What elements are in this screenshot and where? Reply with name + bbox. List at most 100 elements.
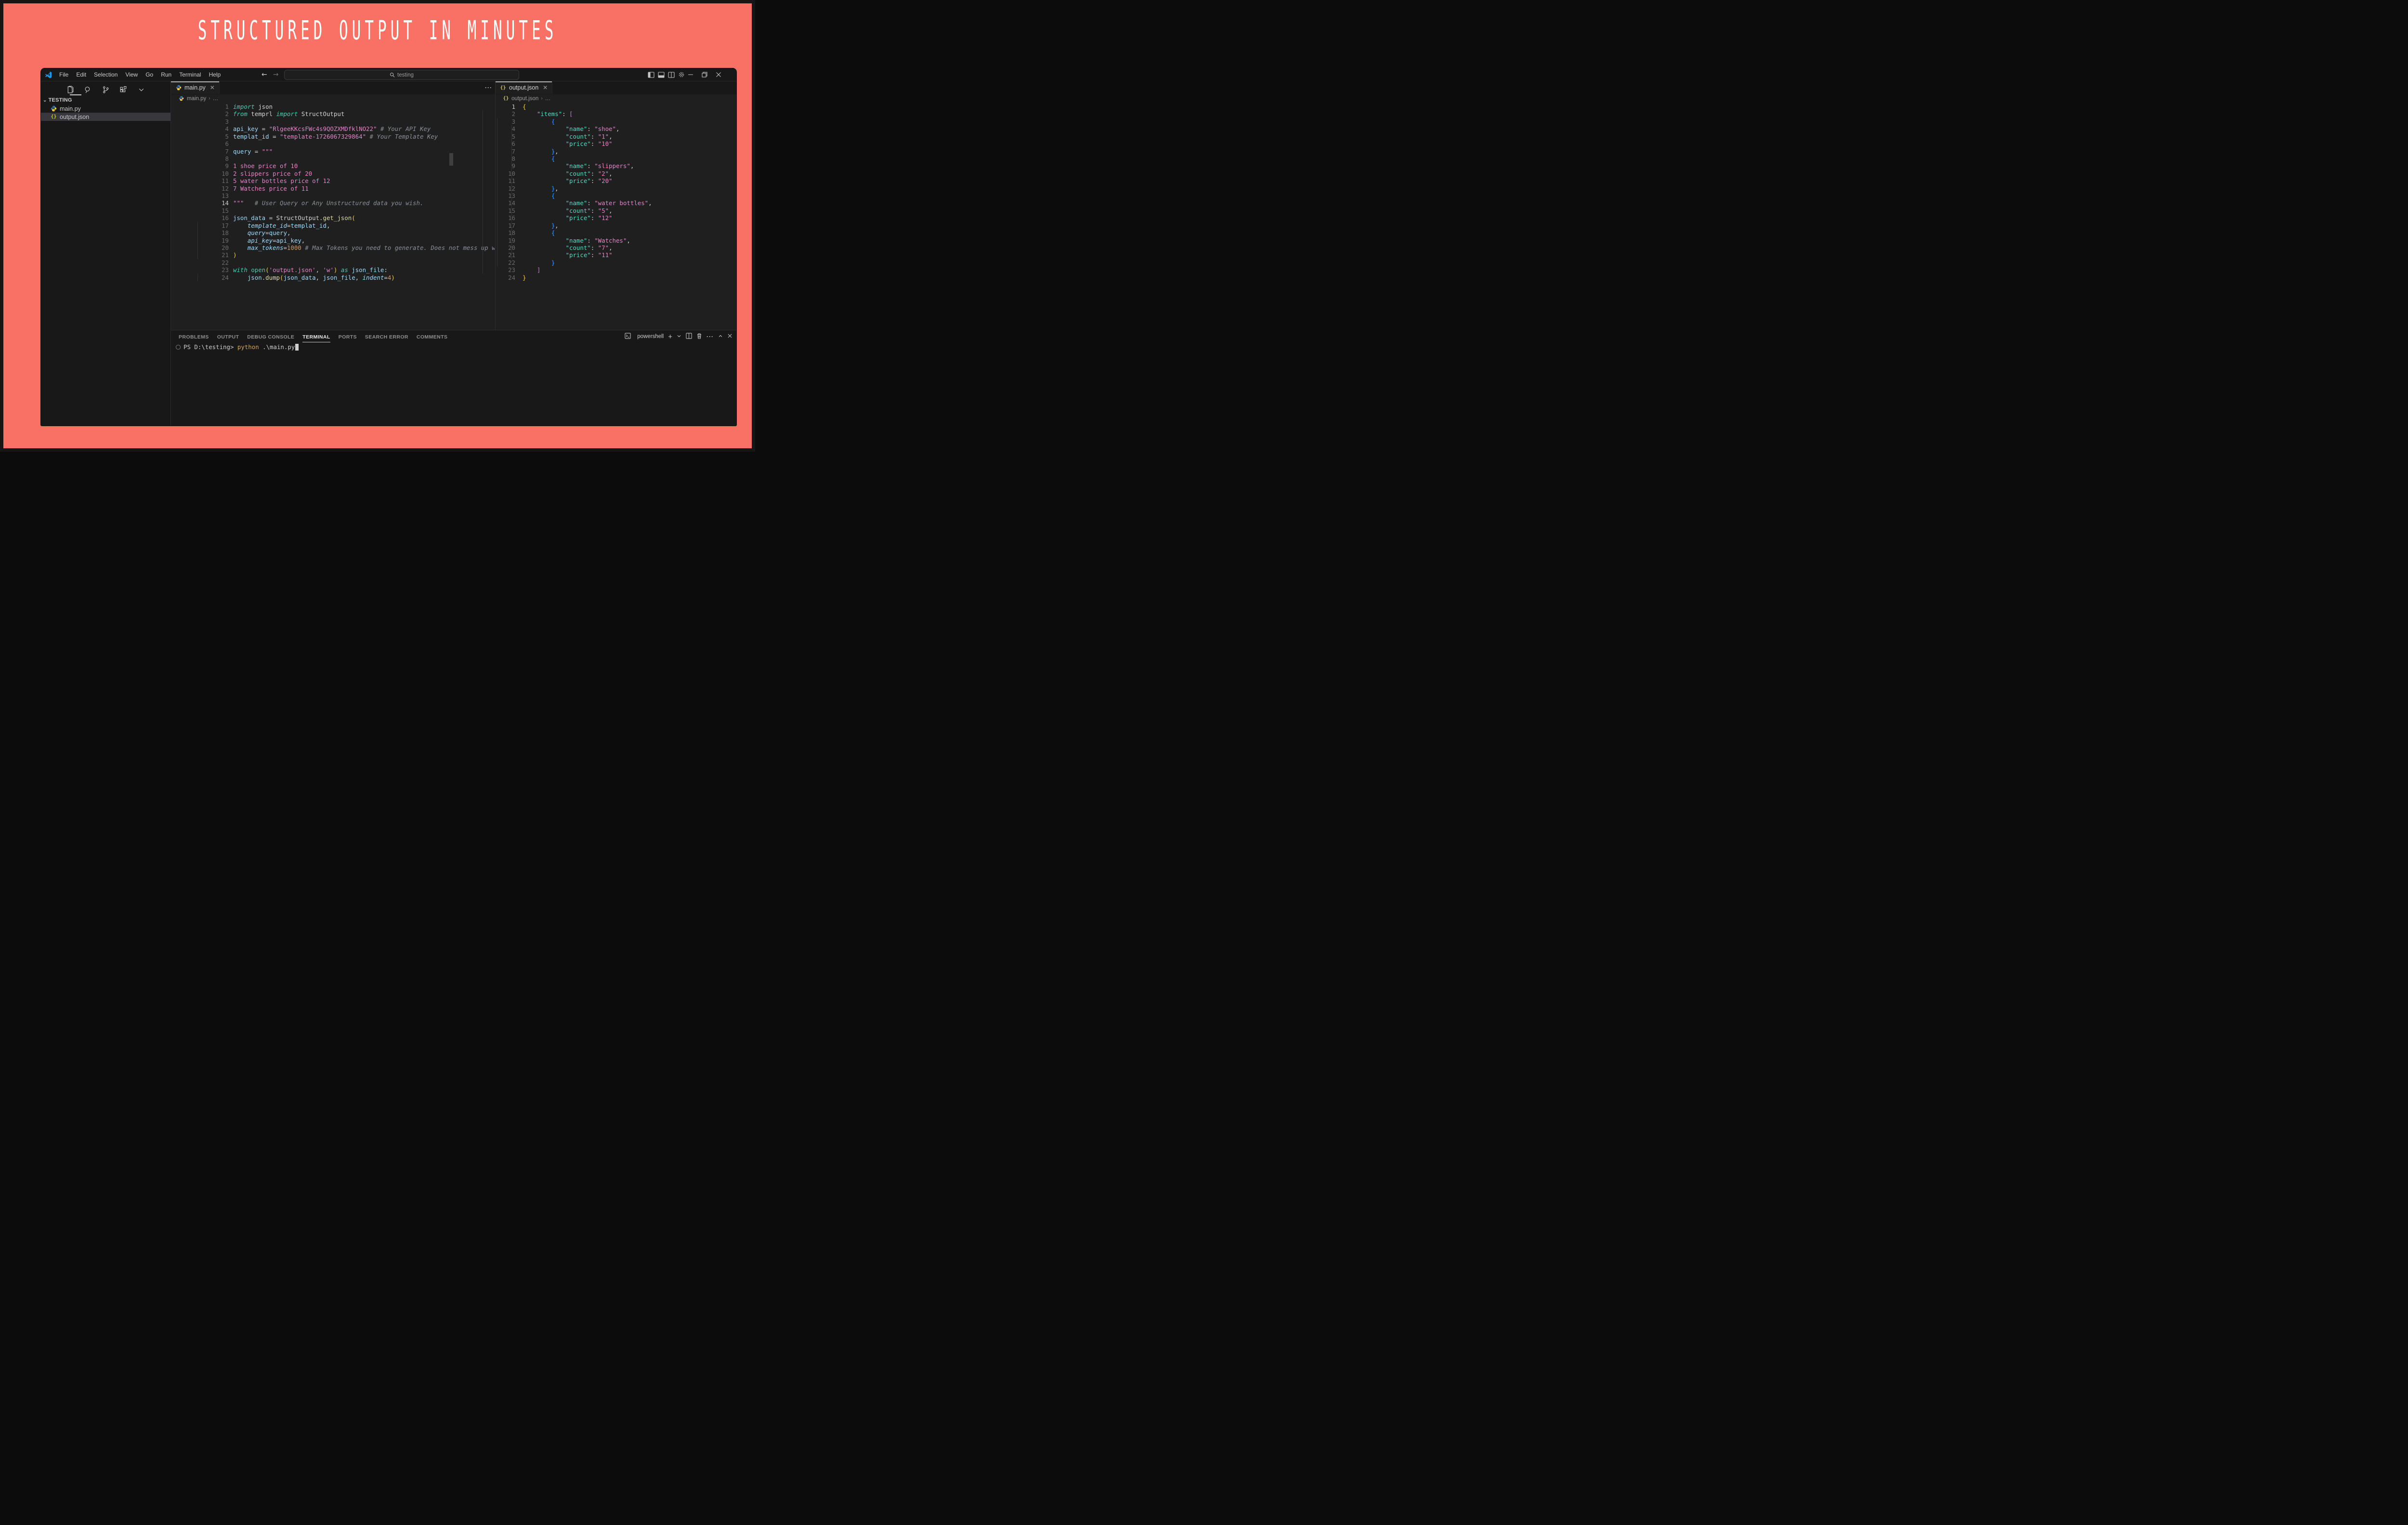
toggle-secondary-sidebar-icon[interactable] [667,68,676,81]
source-control-icon[interactable] [100,84,112,95]
tab-debug-console[interactable]: DEBUG CONSOLE [247,334,294,340]
tab-bar-right: {} output.json ✕ ··· [496,81,736,95]
line-number: 1 [225,103,229,110]
json-file-icon: {} [500,85,506,91]
line-number: 7 [511,147,515,155]
terminal-line[interactable]: PS D:\testing> python .\main.py [176,343,299,351]
line-number: 4 [225,125,229,133]
close-panel-icon[interactable] [727,333,733,340]
search-input[interactable]: testing [284,70,519,80]
file-row-mainpy[interactable]: main.py [41,104,170,113]
tab-problems[interactable]: PROBLEMS [179,334,209,340]
toggle-panel-icon[interactable] [656,68,666,81]
scrollbar-thumb[interactable] [449,153,453,166]
tab-ports[interactable]: PORTS [339,334,357,340]
launch-profile-chevron-icon[interactable] [677,333,681,340]
workspace-name: TESTING [48,97,72,103]
line-number: 5 [511,132,515,140]
line-number: 12 [222,184,229,192]
code-line: 3 [171,118,495,125]
editor-mainpy[interactable]: 1 import json 2 from temprl import StructOu… [171,103,495,330]
code-line: 24} [496,274,736,281]
line-number: 7 [225,147,229,155]
poster-canvas: STRUCTURED OUTPUT IN MINUTES File Edit S… [0,0,755,452]
tab-search-error[interactable]: SEARCH ERROR [365,334,408,340]
line-number: 22 [508,259,515,266]
line-number: 14 [222,199,229,207]
code-line: 3 { [496,118,736,125]
minimize-icon[interactable] [688,72,694,78]
close-tab-icon[interactable]: ✕ [210,84,215,91]
menu-selection[interactable]: Selection [91,70,121,79]
line-number: 6 [511,140,515,148]
code-line: 91 shoe price of 10 [171,162,495,169]
code-line: 23 ] [496,266,736,274]
line-number: 22 [222,259,229,266]
breadcrumb[interactable]: {} output.json › … [496,94,736,103]
code-line: 19 "name": "Watches", [496,237,736,244]
breadcrumb-more: … [545,95,551,102]
menu-go[interactable]: Go [142,70,157,79]
line-number: 20 [496,244,523,251]
back-arrow-icon[interactable]: ← [262,71,267,78]
code-line: 17 template_id=templat_id, [171,222,495,229]
gear-icon[interactable] [677,68,686,81]
kill-terminal-icon[interactable] [696,333,702,340]
tab-outputjson[interactable]: {} output.json ✕ [496,81,553,94]
menu-file[interactable]: File [56,70,72,79]
tab-mainpy[interactable]: main.py ✕ [171,81,220,94]
history-nav: ← → [262,68,278,81]
menu-edit[interactable]: Edit [73,70,90,79]
maximize-panel-chevron-icon[interactable] [718,333,723,340]
tab-terminal[interactable]: TERMINAL [302,334,331,342]
close-tab-icon[interactable]: ✕ [543,84,548,91]
code-line: 9 "name": "slippers", [496,162,736,169]
breadcrumb[interactable]: main.py › … [171,94,502,103]
menu-help[interactable]: Help [206,70,224,79]
file-row-outputjson[interactable]: {} output.json [41,113,170,121]
panel-more-actions-icon[interactable]: ··· [707,333,714,340]
code-line: 23 with open('output.json', 'w') as json_… [171,266,495,274]
code-line: 6 [171,140,495,147]
close-icon[interactable] [716,72,721,78]
tab-comments[interactable]: COMMENTS [417,334,447,340]
editor-outputjson[interactable]: 1{2 "items": [3 {4 "name": "shoe", 5 "cou… [496,103,736,330]
code-line: 1{ [496,103,736,110]
line-number: 14 [496,199,523,207]
sidebar: ⌄ TESTING main.py {} output.json [41,81,171,426]
line-number: 17 [222,222,229,229]
line-number: 9 [225,162,229,170]
line-number: 2 [225,110,229,118]
line-number: 1 [511,103,515,110]
panel-tab-bar: PROBLEMS OUTPUT DEBUG CONSOLE TERMINAL P… [179,332,447,342]
code-line: 19 api_key=api_key, [171,237,495,244]
line-number: 18 [496,229,523,236]
split-terminal-icon[interactable] [686,333,692,340]
poster-title: STRUCTURED OUTPUT IN MINUTES [197,15,558,46]
chevron-down-icon[interactable] [136,84,147,95]
chevron-down-icon: ⌄ [43,97,47,103]
menu-run[interactable]: Run [157,70,175,79]
code-line: 14 """ # User Query or Any Unstructured d… [171,199,495,207]
editor-actions-icon[interactable]: ··· [485,84,492,91]
line-number: 16 [496,214,523,222]
toggle-sidebar-icon[interactable] [646,68,656,81]
shell-name[interactable]: powershell [637,334,664,339]
forward-arrow-icon[interactable]: → [273,71,279,78]
extensions-icon[interactable] [118,84,130,95]
explorer-icon[interactable] [65,84,76,95]
tab-output[interactable]: OUTPUT [217,334,239,340]
workspace-header[interactable]: ⌄ TESTING [43,97,72,103]
terminal-command: python [237,343,259,351]
restore-icon[interactable] [702,72,707,78]
menu-terminal[interactable]: Terminal [176,70,204,79]
code-line: 16 json_data = StructOutput.get_json( [171,214,495,222]
terminal-cursor [295,343,299,351]
line-number: 4 [511,125,515,133]
search-activity-icon[interactable] [82,84,94,95]
menu-view[interactable]: View [122,70,141,79]
code-line: 20 "count": "7", [496,244,736,251]
line-number: 20 [222,244,229,252]
new-terminal-icon[interactable]: + [668,333,672,341]
code-line: 13 [171,192,495,199]
